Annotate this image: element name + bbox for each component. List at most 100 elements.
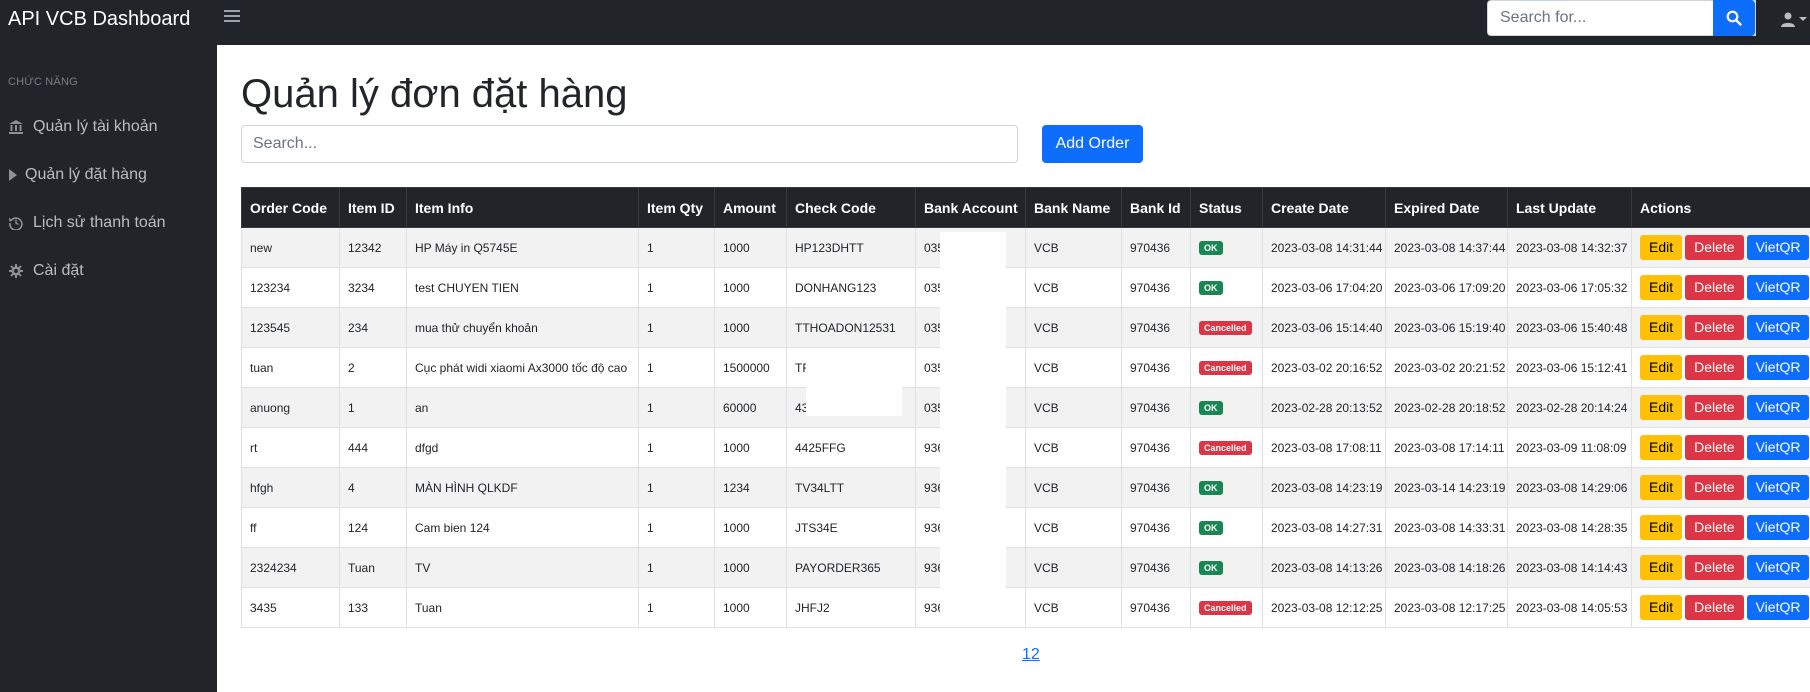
delete-button[interactable]: Delete — [1685, 355, 1744, 380]
status-badge: Cancelled — [1199, 601, 1252, 615]
sidebar-item-payment-history[interactable]: Lịch sử thanh toán — [8, 209, 166, 237]
vietqr-button[interactable]: VietQR — [1746, 395, 1810, 420]
sidebar-item-accounts[interactable]: Quản lý tài khoản — [8, 113, 158, 141]
edit-button[interactable]: Edit — [1640, 595, 1683, 620]
cell-create-date: 2023-03-02 20:16:52 — [1262, 347, 1386, 388]
sidebar-item-settings[interactable]: Cài đặt — [8, 257, 84, 285]
vietqr-button[interactable]: VietQR — [1746, 555, 1810, 580]
delete-button[interactable]: Delete — [1685, 275, 1744, 300]
delete-button[interactable]: Delete — [1685, 475, 1744, 500]
user-menu[interactable] — [1780, 10, 1810, 28]
vietqr-button[interactable]: VietQR — [1746, 275, 1810, 300]
cell-item-info: HP Máy in Q5745E — [406, 227, 639, 268]
cell-bank-id: 970436 — [1121, 547, 1191, 588]
cell-amount: 1500000 — [714, 347, 787, 388]
cell-create-date: 2023-03-08 14:27:31 — [1262, 507, 1386, 548]
cell-create-date: 2023-03-06 17:04:20 — [1262, 267, 1386, 308]
vietqr-button[interactable]: VietQR — [1746, 595, 1810, 620]
cell-bank-name: VCB — [1025, 387, 1122, 428]
status-badge: OK — [1199, 561, 1223, 575]
cell-amount: 1000 — [714, 267, 787, 308]
app-brand[interactable]: API VCB Dashboard — [8, 8, 190, 31]
pagination-links[interactable]: 12 — [1022, 646, 1040, 664]
sidebar-item-label: Quản lý đặt hàng — [25, 166, 147, 183]
status-badge: Cancelled — [1199, 361, 1252, 375]
cell-item-id: 124 — [339, 507, 407, 548]
edit-button[interactable]: Edit — [1640, 435, 1683, 460]
edit-button[interactable]: Edit — [1640, 475, 1683, 500]
cell-actions: Edit Delete VietQR — [1631, 427, 1810, 468]
table-row: 123545 234 mua thử chuyển khoản 1 1000 TTHOAD… — [241, 307, 1810, 348]
cell-order-code: hfgh — [241, 467, 340, 508]
edit-button[interactable]: Edit — [1640, 275, 1683, 300]
cell-last-update: 2023-03-06 17:05:32 — [1507, 267, 1632, 308]
vietqr-button[interactable]: VietQR — [1746, 515, 1810, 540]
delete-button[interactable]: Delete — [1685, 235, 1744, 260]
cell-actions: Edit Delete VietQR — [1631, 307, 1810, 348]
top-search-button[interactable] — [1713, 0, 1755, 36]
cell-order-code: 123234 — [241, 267, 340, 308]
cell-last-update: 2023-03-06 15:40:48 — [1507, 307, 1632, 348]
delete-button[interactable]: Delete — [1685, 555, 1744, 580]
sidebar-item-label: Lịch sử thanh toán — [33, 214, 166, 231]
column-header: Item ID — [339, 187, 407, 228]
cell-bank-id: 970436 — [1121, 467, 1191, 508]
top-navbar: API VCB Dashboard — [0, 0, 1810, 45]
cell-last-update: 2023-02-28 20:14:24 — [1507, 387, 1632, 428]
cell-status: OK — [1190, 467, 1263, 508]
sidebar-item-orders[interactable]: Quản lý đặt hàng — [7, 161, 147, 189]
order-search-input[interactable] — [241, 125, 1018, 163]
cell-order-code: 3435 — [241, 587, 340, 628]
column-header: Last Update — [1507, 187, 1632, 228]
cell-order-code: ff — [241, 507, 340, 548]
cell-status: OK — [1190, 227, 1263, 268]
edit-button[interactable]: Edit — [1640, 515, 1683, 540]
edit-button[interactable]: Edit — [1640, 355, 1683, 380]
table-header-row: Order Code Item ID Item Info Item Qty Amount… — [241, 187, 1810, 228]
delete-button[interactable]: Delete — [1685, 435, 1744, 460]
cell-bank-name: VCB — [1025, 507, 1122, 548]
cell-check-code: PAYORDER365 — [786, 547, 916, 588]
search-icon — [1726, 10, 1742, 26]
edit-button[interactable]: Edit — [1640, 315, 1683, 340]
table-row: new 12342 HP Máy in Q5745E 1 1000 HP123DHTT 03… — [241, 227, 1810, 268]
vietqr-button[interactable]: VietQR — [1746, 235, 1810, 260]
sidebar-toggle-icon[interactable] — [224, 10, 240, 24]
cell-last-update: 2023-03-08 14:28:35 — [1507, 507, 1632, 548]
column-header: Actions — [1631, 187, 1810, 228]
delete-button[interactable]: Delete — [1685, 515, 1744, 540]
cell-status: Cancelled — [1190, 307, 1263, 348]
edit-button[interactable]: Edit — [1640, 555, 1683, 580]
delete-button[interactable]: Delete — [1685, 315, 1744, 340]
cell-expired-date: 2023-03-02 20:21:52 — [1385, 347, 1508, 388]
column-header: Status — [1190, 187, 1263, 228]
cell-bank-id: 970436 — [1121, 307, 1191, 348]
status-badge: OK — [1199, 401, 1223, 415]
cell-actions: Edit Delete VietQR — [1631, 387, 1810, 428]
column-header: Expired Date — [1385, 187, 1508, 228]
cell-bank-name: VCB — [1025, 347, 1122, 388]
delete-button[interactable]: Delete — [1685, 395, 1744, 420]
cell-status: OK — [1190, 387, 1263, 428]
cell-expired-date: 2023-03-08 14:33:31 — [1385, 507, 1508, 548]
vietqr-button[interactable]: VietQR — [1746, 435, 1810, 460]
cell-status: Cancelled — [1190, 427, 1263, 468]
cell-amount: 1000 — [714, 427, 787, 468]
cell-create-date: 2023-03-08 14:13:26 — [1262, 547, 1386, 588]
cell-item-info: dfgd — [406, 427, 639, 468]
status-badge: OK — [1199, 281, 1223, 295]
vietqr-button[interactable]: VietQR — [1746, 355, 1810, 380]
vietqr-button[interactable]: VietQR — [1746, 475, 1810, 500]
cell-item-id: 2 — [339, 347, 407, 388]
sidebar-heading: CHỨC NĂNG — [8, 76, 78, 88]
table-row: ff 124 Cam bien 124 1 1000 JTS34E 936 VCB 970436… — [241, 507, 1810, 548]
add-order-button[interactable]: Add Order — [1042, 125, 1143, 163]
cell-item-id: 4 — [339, 467, 407, 508]
cell-bank-id: 970436 — [1121, 267, 1191, 308]
edit-button[interactable]: Edit — [1640, 235, 1683, 260]
cell-expired-date: 2023-02-28 20:18:52 — [1385, 387, 1508, 428]
cell-bank-id: 970436 — [1121, 427, 1191, 468]
delete-button[interactable]: Delete — [1685, 595, 1744, 620]
edit-button[interactable]: Edit — [1640, 395, 1683, 420]
vietqr-button[interactable]: VietQR — [1746, 315, 1810, 340]
